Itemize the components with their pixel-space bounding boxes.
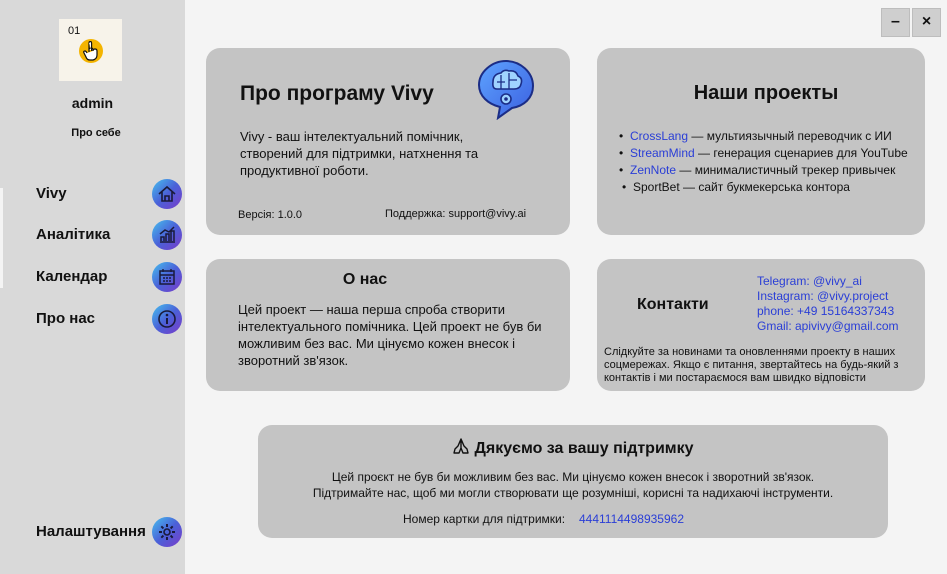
contacts-title: Контакти bbox=[637, 296, 709, 313]
close-button[interactable]: × bbox=[912, 8, 941, 37]
sidebar-item-vivy[interactable]: Vivy bbox=[0, 177, 185, 211]
project-description: — мультиязычный переводчик с ИИ bbox=[688, 129, 892, 143]
gear-icon bbox=[152, 517, 182, 547]
minimize-button[interactable]: – bbox=[881, 8, 910, 37]
project-name-sportbet: SportBet bbox=[633, 180, 680, 194]
telegram-link[interactable]: Telegram: @vivy_ai bbox=[757, 274, 899, 289]
sidebar-item-calendar[interactable]: Календар bbox=[0, 260, 185, 294]
project-link-zennote[interactable]: ZenNote bbox=[630, 163, 676, 177]
sidebar-item-label: Налаштування bbox=[36, 523, 146, 540]
about-us-card: О нас Цей проект — наша перша спроба ств… bbox=[206, 259, 570, 391]
about-us-text: Цей проект — наша перша спроба створити … bbox=[238, 302, 542, 368]
list-item: • StreamMind — генерация сценариев для Yo… bbox=[619, 146, 908, 160]
project-description: — генерация сценариев для YouTube bbox=[694, 146, 908, 160]
thanks-title-row: Дякуємо за вашу підтримку bbox=[258, 437, 888, 460]
about-self-link[interactable]: Про себе bbox=[0, 127, 192, 139]
project-description: — минималистичный трекер привычек bbox=[676, 163, 896, 177]
pointer-hand-icon bbox=[79, 39, 103, 63]
thanks-line-2: Підтримайте нас, щоб ми могли створювати… bbox=[312, 486, 834, 500]
avatar-number: 01 bbox=[68, 25, 81, 37]
projects-list: • CrossLang — мультиязычный переводчик с … bbox=[619, 128, 908, 196]
projects-title: Наши проекты bbox=[693, 82, 839, 104]
avatar[interactable]: 01 bbox=[59, 19, 122, 81]
sidebar-item-settings[interactable]: Налаштування bbox=[0, 515, 185, 549]
card-number[interactable]: 4441114498935962 bbox=[579, 512, 684, 526]
projects-card: Наши проекты • CrossLang — мультиязычный … bbox=[597, 48, 925, 235]
about-program-title: Про програму Vivy bbox=[240, 82, 434, 105]
thanks-card: Дякуємо за вашу підтримку Цей проєкт не … bbox=[258, 425, 888, 538]
about-program-card: Про програму Vivy Vivy - ваш інтелектуал… bbox=[206, 48, 570, 235]
chart-icon bbox=[152, 220, 182, 250]
project-link-streammind[interactable]: StreamMind bbox=[630, 146, 695, 160]
contact-links: Telegram: @vivy_ai Instagram: @vivy.proj… bbox=[757, 274, 899, 334]
version-label: Версія: 1.0.0 bbox=[238, 209, 303, 221]
gmail-link[interactable]: Gmail: apivivy@gmail.com bbox=[757, 319, 899, 334]
project-link-crosslang[interactable]: CrossLang bbox=[630, 129, 688, 143]
sidebar-item-label: Vivy bbox=[36, 185, 67, 202]
minimize-icon: – bbox=[891, 13, 900, 30]
sidebar-item-label: Аналітика bbox=[36, 226, 111, 243]
thanks-title: Дякуємо за вашу підтримку bbox=[474, 440, 694, 457]
sidebar-item-label: Календар bbox=[36, 268, 108, 285]
sidebar-item-label: Про нас bbox=[36, 310, 96, 327]
contacts-card: Контакти Telegram: @vivy_ai Instagram: @… bbox=[597, 259, 925, 391]
instagram-link[interactable]: Instagram: @vivy.project bbox=[757, 289, 899, 304]
about-program-description: Vivy - ваш інтелектуальний помічник, ств… bbox=[240, 129, 479, 178]
info-icon bbox=[152, 304, 182, 334]
close-icon: × bbox=[921, 13, 932, 30]
list-item: • ZenNote — минималистичный трекер привыч… bbox=[619, 163, 896, 177]
brain-icon bbox=[476, 58, 536, 125]
sidebar-item-analytics[interactable]: Аналітика bbox=[0, 218, 185, 252]
thanks-text: Цей проєкт не був би можливим без вас. М… bbox=[258, 469, 888, 501]
username: admin bbox=[71, 95, 114, 111]
sidebar: 01 admin Про себе Vivy Аналітика Календа… bbox=[0, 0, 185, 574]
card-number-label: Номер картки для підтримки: bbox=[403, 512, 566, 526]
list-item: • CrossLang — мультиязычный переводчик с … bbox=[619, 129, 892, 143]
praying-hands-icon bbox=[452, 437, 470, 460]
list-item: • SportBet — сайт букмекерська контора bbox=[622, 180, 850, 194]
about-us-title: О нас bbox=[342, 271, 388, 288]
project-description: — сайт букмекерська контора bbox=[679, 180, 850, 194]
support-email: Поддержка: support@vivy.ai bbox=[385, 208, 527, 220]
calendar-icon bbox=[152, 262, 182, 292]
home-icon bbox=[152, 179, 182, 209]
thanks-line-1: Цей проєкт не був би можливим без вас. М… bbox=[331, 470, 815, 484]
phone-link[interactable]: phone: +49 15164337343 bbox=[757, 304, 899, 319]
sidebar-item-about-us[interactable]: Про нас bbox=[0, 302, 185, 336]
contacts-note: Слідкуйте за новинами та оновленнями про… bbox=[604, 346, 899, 384]
